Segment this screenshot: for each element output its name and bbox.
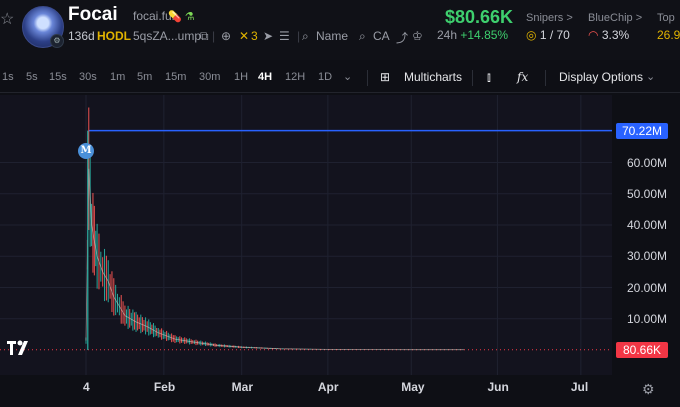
snipers-link[interactable]: Snipers > <box>526 12 573 24</box>
price-chart[interactable] <box>0 95 612 375</box>
divider <box>545 70 546 86</box>
multicharts-button[interactable]: Multicharts <box>404 70 462 84</box>
y-tick-label: 40.00M <box>627 218 668 232</box>
timeframe-5m[interactable]: 5m <box>137 71 152 83</box>
bluechip-value: 3.3% <box>601 28 630 42</box>
divider: | <box>297 29 301 43</box>
snipers-value: 1 / 70 <box>539 28 570 42</box>
timeframe-5s[interactable]: 5s <box>26 71 38 83</box>
share-icon[interactable]: ⤴ <box>396 29 408 46</box>
search-icon[interactable]: ⌕ <box>359 29 366 44</box>
change-value: +14.85% <box>460 28 509 42</box>
y-tick-label: 50.00M <box>627 186 668 201</box>
price-chart-area[interactable] <box>0 95 612 375</box>
token-avatar: ⚙ <box>22 6 64 48</box>
holder-tag: HODL <box>97 29 131 43</box>
list-icon[interactable]: ☰ <box>279 29 290 43</box>
migration-marker-icon[interactable]: M <box>78 143 94 159</box>
chevron-down-icon[interactable]: ⌄ <box>343 70 352 83</box>
current-price-tag: 80.66K <box>616 341 668 358</box>
token-header: ☆ ⚙ Focai focai.fun 💊 ⚗ 136d HODL 5qsZA.… <box>0 0 680 60</box>
name-search-button[interactable]: Name <box>316 29 348 43</box>
tradingview-logo-icon[interactable] <box>5 336 35 360</box>
search-icon[interactable]: ⌕ <box>302 29 309 44</box>
token-price: $80.66K <box>445 7 514 27</box>
y-tick-label: 30.00M <box>627 249 668 264</box>
timeframe-1m[interactable]: 1m <box>110 71 125 83</box>
gauge-icon: ◠ <box>588 28 599 42</box>
snipers-stat: ◎ 1 / 70 <box>526 28 570 42</box>
timeframe-1d[interactable]: 1D <box>318 71 332 83</box>
x-tick-label: Jul <box>570 380 589 394</box>
x-tick-label: Mar <box>231 380 254 394</box>
top-holders-value: 26.9 <box>657 28 680 42</box>
x-tick-label: Feb <box>153 380 176 394</box>
timeframe-12h[interactable]: 12H <box>285 71 305 83</box>
bluechip-link[interactable]: BlueChip > <box>588 12 642 24</box>
timeframe-1s[interactable]: 1s <box>2 71 14 83</box>
x-tick-label: Apr <box>317 380 339 394</box>
timeframe-15m[interactable]: 15m <box>165 71 186 83</box>
x-tick-label: May <box>401 380 425 394</box>
timeframe-4h[interactable]: 4H <box>258 71 272 83</box>
settings-gear-icon[interactable]: ⚙ <box>642 381 655 398</box>
telegram-icon[interactable]: ➤ <box>263 29 273 43</box>
change-period: 24h <box>437 28 458 42</box>
target-icon: ◎ <box>526 28 537 42</box>
x-social-icon[interactable]: ✕ <box>239 29 249 43</box>
crown-icon[interactable]: ♔ <box>412 29 423 43</box>
divider <box>367 70 368 86</box>
x-count: 3 <box>251 29 258 43</box>
y-tick-label: 10.00M <box>627 311 668 326</box>
y-tick-label: 20.00M <box>627 280 668 295</box>
timeframe-30m[interactable]: 30m <box>199 71 220 83</box>
high-price-tag: 70.22M <box>616 122 668 139</box>
add-chart-icon[interactable]: ⊞ <box>380 70 390 84</box>
copy-icon[interactable]: ⧉ <box>200 29 209 44</box>
candles-icon[interactable]: ⫾ <box>487 70 491 85</box>
ca-search-button[interactable]: CA <box>373 29 390 43</box>
divider: | <box>212 29 216 43</box>
top-holders-label[interactable]: Top <box>657 12 675 24</box>
timeframe-30s[interactable]: 30s <box>79 71 97 83</box>
globe-icon[interactable]: ⊕ <box>221 29 231 43</box>
x-tick-label: Jun <box>487 380 509 394</box>
chart-toolbar: 1s 5s 15s 30s 1m 5m 15m 30m 1H 4H 12H 1D ⌄ ⊞ Multic… <box>0 64 680 93</box>
divider <box>472 70 473 86</box>
display-options-button[interactable]: Display Options <box>559 70 643 84</box>
x-tick-label: 4 <box>83 380 90 394</box>
contract-address[interactable]: 5qsZA...ump <box>133 29 201 43</box>
bluechip-stat: ◠ 3.3% <box>588 28 629 42</box>
price-change: 24h +14.85% <box>437 28 508 42</box>
indicators-button[interactable]: fx <box>517 70 528 84</box>
pill-icon: 💊 ⚗ <box>168 11 195 23</box>
timeframe-1h[interactable]: 1H <box>234 71 248 83</box>
avatar-badge-icon: ⚙ <box>50 34 64 48</box>
token-age: 136d <box>68 29 95 43</box>
chevron-down-icon[interactable]: ⌄ <box>646 70 655 83</box>
token-name: Focai <box>68 4 118 25</box>
y-tick-label: 60.00M <box>627 155 668 170</box>
favorite-star-icon[interactable]: ☆ <box>0 9 14 29</box>
timeframe-15s[interactable]: 15s <box>49 71 67 83</box>
